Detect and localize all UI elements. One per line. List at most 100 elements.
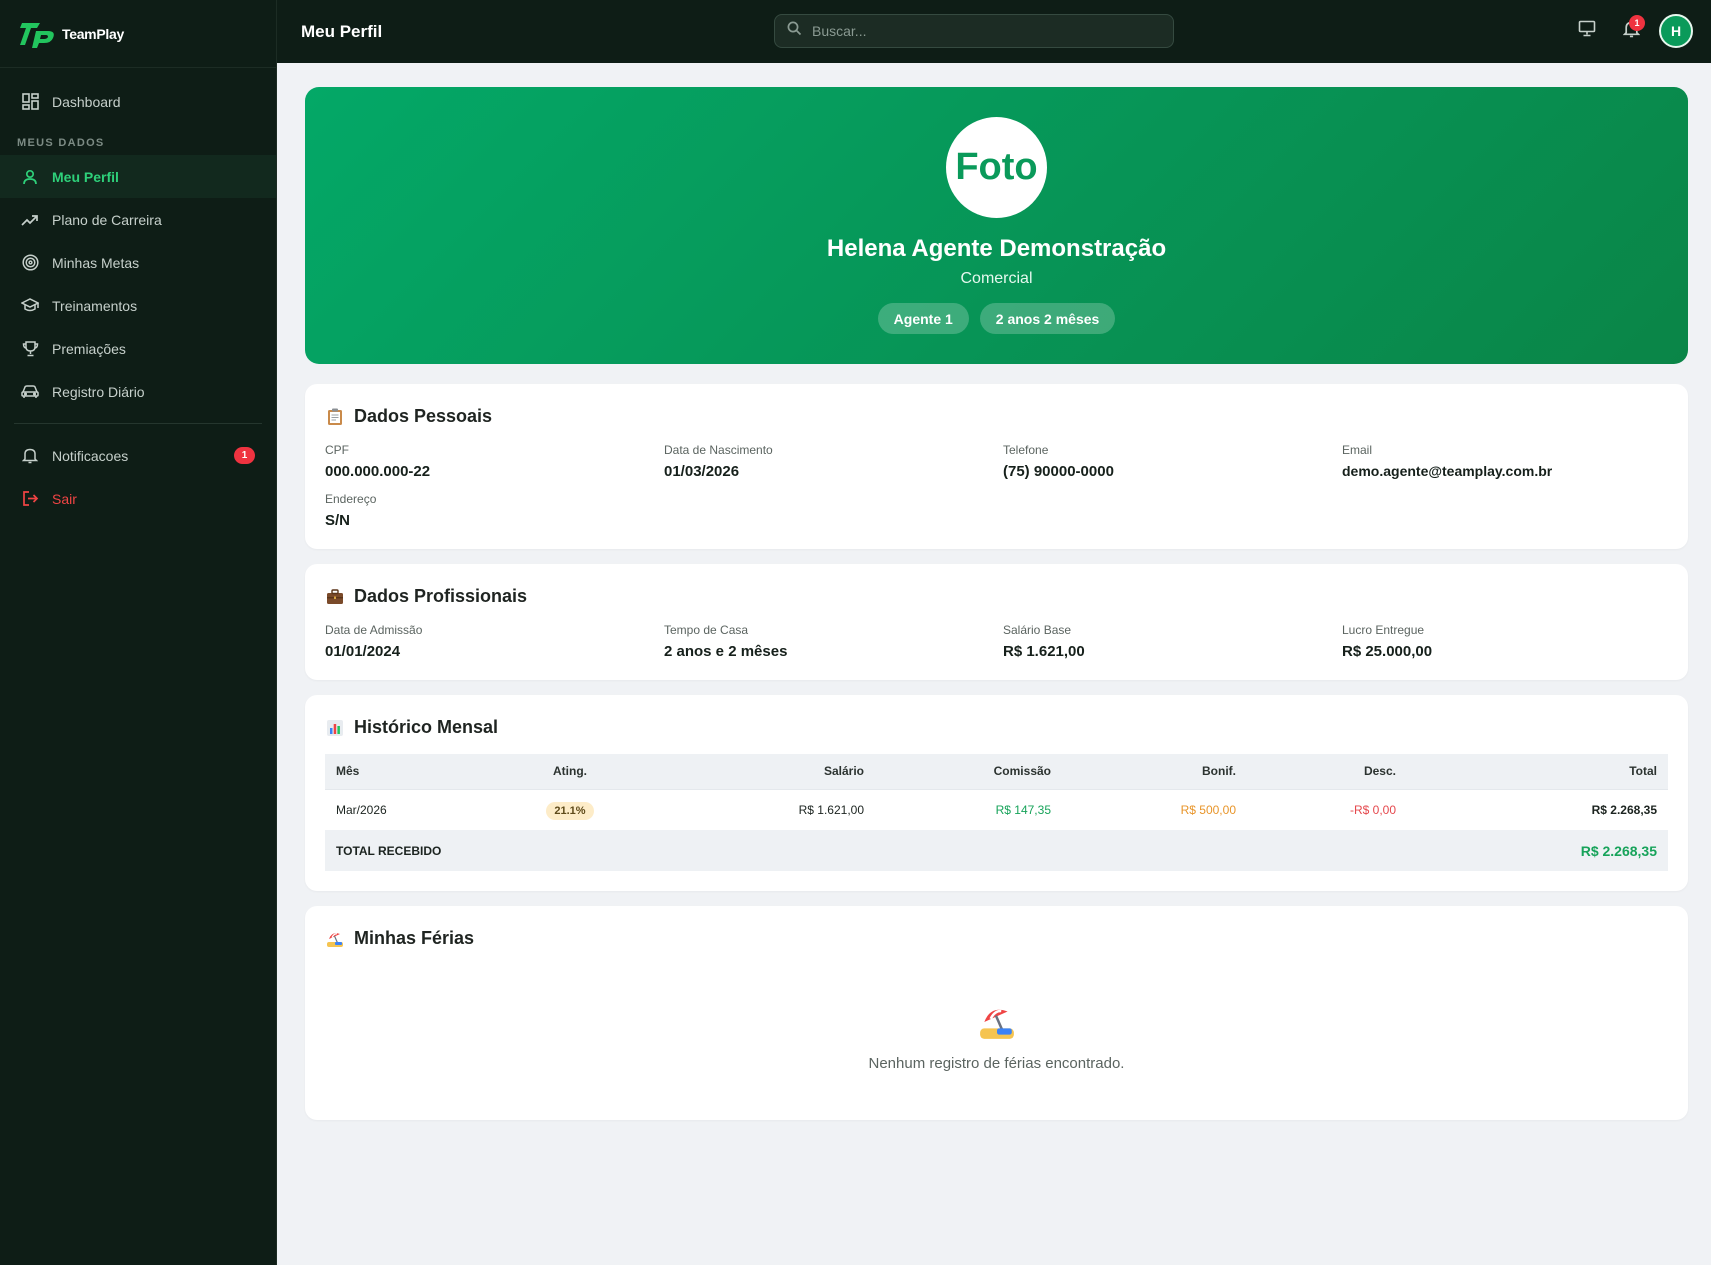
cpf-field: CPF 000.000.000-22 (325, 443, 664, 480)
sidebar-divider (14, 423, 262, 424)
card-title-text: Dados Profissionais (354, 586, 528, 606)
field-label: Telefone (1003, 443, 1049, 457)
profile-pills: Agente 1 2 anos 2 mêses (305, 303, 1688, 334)
profile-hero: Foto Helena Agente Demonstração Comercia… (305, 87, 1688, 364)
col-commission[interactable]: Comissão (875, 754, 1062, 789)
brand[interactable]: TeamPlay (0, 0, 276, 68)
page-title: Meu Perfil (301, 21, 383, 41)
history-table: Mês Ating. Salário Comissão Bonif. Desc.… (325, 754, 1668, 871)
card-title: Dados Profissionais (325, 586, 1668, 607)
col-month[interactable]: Mês (325, 754, 505, 789)
sidebar-item-label: Registro Diário (52, 383, 145, 400)
sidebar-item-label: Treinamentos (52, 297, 138, 314)
cell-bonus: R$ 500,00 (1180, 802, 1236, 817)
field-label: Salário Base (1003, 623, 1072, 637)
search-box[interactable] (774, 14, 1174, 48)
total-row: TOTAL RECEBIDO R$ 2.268,35 (325, 830, 1668, 871)
sidebar-section-label: MEUS DADOS (17, 137, 105, 149)
sidebar-item-plano-de-carreira[interactable]: Plano de Carreira (0, 198, 276, 241)
ating-badge: 21.1% (546, 801, 594, 820)
field-value: 000.000.000-22 (325, 463, 431, 480)
sidebar-item-sair[interactable]: Sair (0, 477, 276, 520)
field-value: 01/03/2026 (664, 463, 740, 480)
monitor-button[interactable] (1569, 13, 1605, 49)
tenure-pill: 2 anos 2 mêses (979, 303, 1116, 334)
notification-count-badge: 1 (234, 447, 255, 464)
cell-total: R$ 2.268,35 (1591, 802, 1657, 817)
briefcase-icon (325, 587, 345, 607)
notifications-button[interactable]: 1 (1613, 13, 1649, 49)
table-header-row: Mês Ating. Salário Comissão Bonif. Desc.… (325, 754, 1668, 789)
search-input[interactable] (812, 23, 1152, 39)
sidebar: TeamPlay Dashboard MEUS DADOS Meu Perfil… (0, 0, 277, 1265)
bell-icon (20, 446, 40, 466)
personal-fields: CPF 000.000.000-22 Data de Nascimento 01… (325, 443, 1668, 529)
user-avatar[interactable]: H (1659, 14, 1693, 48)
address-field: Endereço S/N (325, 492, 664, 529)
sidebar-item-dashboard[interactable]: Dashboard (0, 80, 276, 123)
col-ating[interactable]: Ating. (505, 754, 635, 789)
vacation-card: Minhas Férias Nenhum registro de férias … (305, 906, 1688, 1120)
bar-chart-icon (325, 718, 345, 738)
level-pill: Agente 1 (877, 303, 969, 334)
empty-state-text: Nenhum registro de férias encontrado. (868, 1055, 1125, 1072)
sidebar-item-label: Notificacoes (52, 447, 129, 464)
search-icon (787, 21, 802, 41)
table-row[interactable]: Mar/2026 21.1% R$ 1.621,00 R$ 147,35 R$ … (325, 789, 1668, 830)
sidebar-item-label: Dashboard (52, 93, 121, 110)
card-title: Histórico Mensal (325, 717, 1668, 738)
cell-salary: R$ 1.621,00 (798, 802, 864, 817)
car-icon (20, 382, 40, 402)
sidebar-item-notificacoes[interactable]: Notificacoes 1 (0, 434, 276, 477)
col-total[interactable]: Total (1407, 754, 1668, 789)
beach-umbrella-icon (325, 1003, 1668, 1043)
brand-name: TeamPlay (62, 25, 124, 42)
col-bonus[interactable]: Bonif. (1062, 754, 1247, 789)
cell-commission: R$ 147,35 (995, 802, 1051, 817)
field-label: Tempo de Casa (664, 623, 749, 637)
field-label: Endereço (325, 492, 377, 506)
sidebar-item-treinamentos[interactable]: Treinamentos (0, 284, 276, 327)
field-value: 01/01/2024 (325, 643, 401, 660)
profile-photo[interactable]: Foto (946, 117, 1047, 218)
profit-field: Lucro Entregue R$ 25.000,00 (1342, 623, 1681, 660)
sidebar-item-label: Plano de Carreira (52, 211, 162, 228)
cell-ating: 21.1% (505, 789, 635, 830)
field-value: R$ 25.000,00 (1342, 643, 1433, 660)
professional-data-card: Dados Profissionais Data de Admissão 01/… (305, 564, 1688, 680)
sidebar-item-minhas-metas[interactable]: Minhas Metas (0, 241, 276, 284)
dashboard-icon (20, 92, 40, 112)
sidebar-item-premiacoes[interactable]: Premiações (0, 327, 276, 370)
teamplay-logo-icon (20, 19, 58, 49)
admission-field: Data de Admissão 01/01/2024 (325, 623, 664, 660)
card-title: Dados Pessoais (325, 406, 1668, 427)
card-title: Minhas Férias (325, 928, 1668, 949)
card-title-text: Dados Pessoais (354, 406, 493, 426)
field-label: Lucro Entregue (1342, 623, 1425, 637)
total-label: TOTAL RECEBIDO (336, 843, 442, 858)
notification-badge: 1 (1629, 15, 1645, 31)
sidebar-item-label: Sair (52, 490, 77, 507)
profile-role: Comercial (960, 270, 1033, 287)
user-icon (20, 167, 40, 187)
monthly-history-card: Histórico Mensal Mês Ating. Salário Comi… (305, 695, 1688, 891)
total-value: R$ 2.268,35 (1580, 842, 1657, 859)
cell-month: Mar/2026 (336, 802, 387, 817)
card-title-text: Minhas Férias (354, 928, 475, 948)
field-label: Email (1342, 443, 1373, 457)
col-salary[interactable]: Salário (635, 754, 875, 789)
col-discount[interactable]: Desc. (1247, 754, 1407, 789)
sidebar-item-registro-diario[interactable]: Registro Diário (0, 370, 276, 413)
graduation-cap-icon (20, 296, 40, 316)
logout-icon (20, 489, 40, 509)
trending-up-icon (20, 210, 40, 230)
tenure-field: Tempo de Casa 2 anos e 2 mêses (664, 623, 1003, 660)
personal-data-card: Dados Pessoais CPF 000.000.000-22 Data d… (305, 384, 1688, 549)
sidebar-nav: Dashboard MEUS DADOS Meu Perfil Plano de… (0, 68, 276, 520)
beach-umbrella-icon (325, 929, 345, 949)
sidebar-item-meu-perfil[interactable]: Meu Perfil (0, 155, 276, 198)
field-label: Data de Admissão (325, 623, 423, 637)
target-icon (20, 253, 40, 273)
sidebar-item-label: Minhas Metas (52, 254, 140, 271)
email-field: Email demo.agente@teamplay.com.br (1342, 443, 1681, 480)
